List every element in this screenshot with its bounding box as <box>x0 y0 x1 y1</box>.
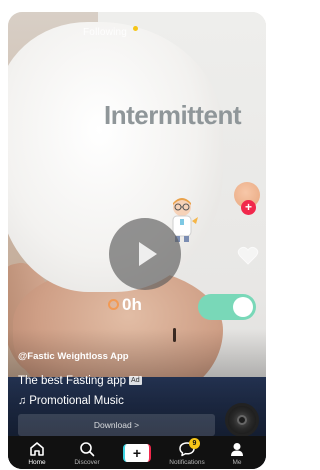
music-note-icon: ♫ <box>18 395 27 407</box>
profile-icon <box>231 442 243 456</box>
tab-discover[interactable]: Discover <box>63 436 111 469</box>
caption-text: The best Fasting app <box>18 375 127 387</box>
music-info[interactable]: ♫ Promotional Music <box>18 395 124 407</box>
video-player[interactable]: Intermittent 0h Following + @Fastic Weig… <box>8 12 266 469</box>
phone-frame: Intermittent 0h Following + @Fastic Weig… <box>8 12 266 469</box>
tab-home[interactable]: Home <box>13 436 61 469</box>
create-plus-button[interactable]: + <box>123 443 151 462</box>
tab-me[interactable]: Me <box>213 436 261 469</box>
following-tab[interactable]: Following <box>83 27 127 38</box>
notifications-badge: 9 <box>189 438 200 449</box>
tab-create[interactable]: + <box>113 436 161 469</box>
video-caption: The best Fasting app Ad <box>18 375 142 387</box>
timer-text: 0h <box>122 295 142 314</box>
music-disc[interactable] <box>225 403 259 437</box>
download-button[interactable]: Download > <box>18 414 215 436</box>
follow-plus-icon[interactable]: + <box>241 200 256 215</box>
fasting-timer: 0h <box>108 295 142 315</box>
timer-ring-icon <box>108 299 119 310</box>
tab-discover-label: Discover <box>74 458 100 466</box>
home-icon <box>30 441 44 456</box>
search-icon <box>80 441 95 456</box>
heart-icon[interactable] <box>237 246 259 266</box>
fasting-toggle <box>198 294 256 320</box>
ad-badge: Ad <box>129 376 142 385</box>
tab-notifications-label: Notifications <box>169 458 205 466</box>
tab-me-label: Me <box>232 458 242 466</box>
toggle-knob <box>233 297 253 317</box>
following-dot-icon <box>133 26 138 31</box>
bottom-tab-bar: Home Discover + 9 Notifications Me <box>8 436 266 469</box>
music-disc-center <box>237 415 247 425</box>
music-title: Promotional Music <box>29 395 124 407</box>
play-icon[interactable] <box>109 218 181 290</box>
video-headline: Intermittent <box>104 100 242 130</box>
author-handle[interactable]: @Fastic Weightloss App <box>18 351 129 362</box>
tab-home-label: Home <box>28 458 46 466</box>
tab-notifications[interactable]: 9 Notifications <box>163 436 211 469</box>
